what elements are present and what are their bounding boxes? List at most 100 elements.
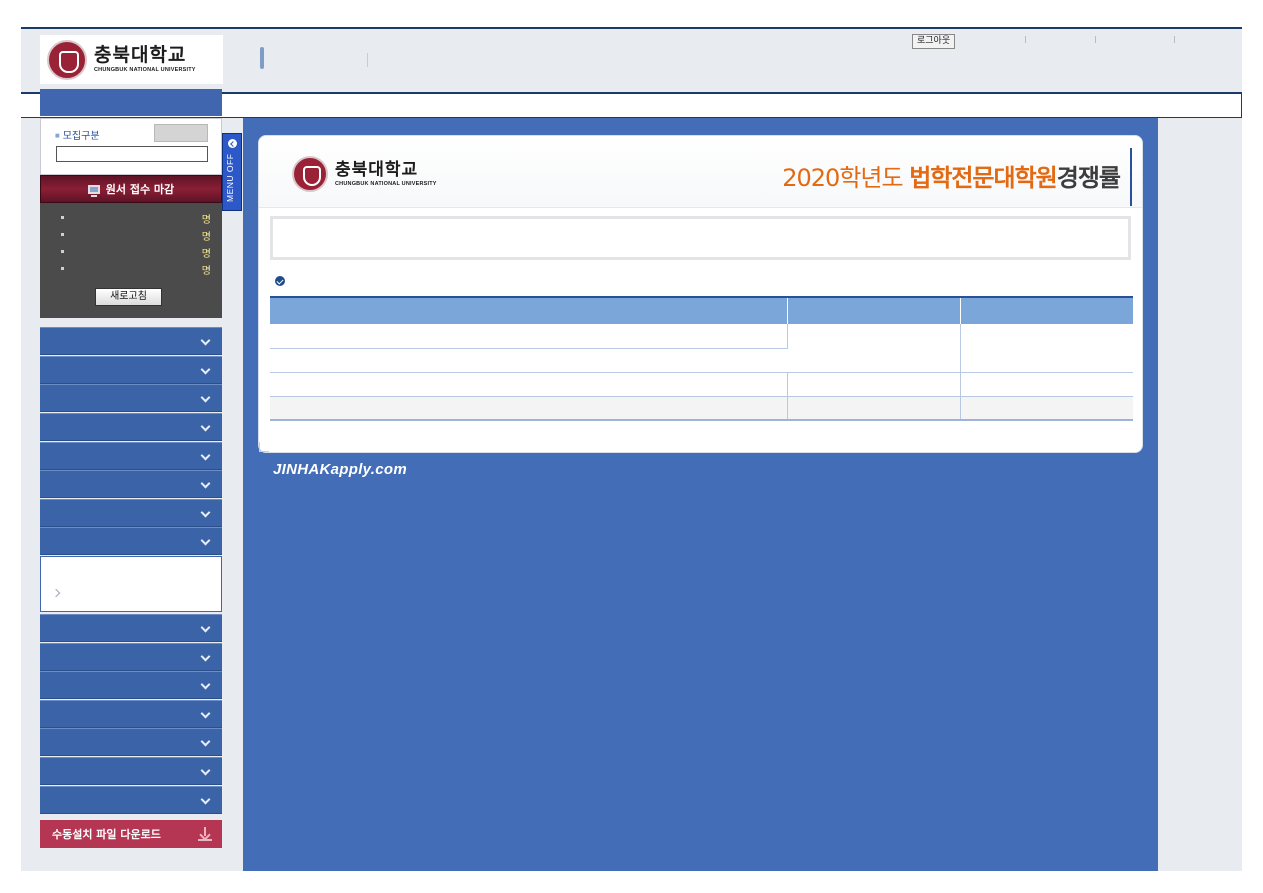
panel-header-accent xyxy=(1130,148,1132,206)
chevron-down-icon xyxy=(200,450,211,461)
sidebar-menu-item[interactable] xyxy=(40,614,222,642)
panel-logo-korean-name: 충북대학교 xyxy=(335,159,419,180)
table-header-row xyxy=(270,297,1133,324)
table-header-cell xyxy=(960,297,1133,324)
stat-row: 명 xyxy=(40,227,222,244)
table-cell xyxy=(787,396,961,421)
sidebar-menu-item[interactable] xyxy=(40,728,222,756)
sidebar-menu-item[interactable] xyxy=(40,470,222,498)
sidebar-menu-item-expanded[interactable] xyxy=(40,527,222,555)
sidebar-menu-item[interactable] xyxy=(40,442,222,470)
sidebar-menu-item[interactable] xyxy=(40,356,222,384)
header-accent-bar xyxy=(260,47,264,69)
title-school: 법학전문대학원 xyxy=(909,164,1058,192)
table-cell xyxy=(270,348,787,373)
menu-toggle-label: MENU OFF xyxy=(225,153,235,202)
right-gutter xyxy=(1158,118,1242,871)
stat-unit: 명 xyxy=(201,266,211,277)
stat-row: 명 xyxy=(40,210,222,227)
nav-edge xyxy=(1241,94,1242,118)
chevron-right-icon[interactable] xyxy=(51,588,61,598)
chevron-down-icon xyxy=(200,364,211,375)
sidebar-menu-item[interactable] xyxy=(40,786,222,814)
jinhakapply-brand: JINHAKapply.com xyxy=(273,461,407,478)
panel-logo-english-name: CHUNGBUK NATIONAL UNIVERSITY xyxy=(335,180,437,187)
university-seal-icon xyxy=(292,156,328,192)
top-nav-strip xyxy=(21,89,1242,118)
download-icon-base xyxy=(198,839,212,841)
main-content: 충북대학교 CHUNGBUK NATIONAL UNIVERSITY 2020학… xyxy=(243,118,1158,871)
stat-unit: 명 xyxy=(201,232,211,243)
table-cell xyxy=(787,372,961,397)
header-divider xyxy=(1095,36,1096,43)
sidebar-menu-item[interactable] xyxy=(40,757,222,785)
info-box xyxy=(270,216,1131,260)
chevron-down-icon xyxy=(200,392,211,403)
table-row xyxy=(270,372,1133,397)
logo-korean-name: 충북대학교 xyxy=(94,44,187,66)
sidebar: 모집구분 원서 접수 마감 명 명 명 명 xyxy=(40,118,222,871)
monitor-icon xyxy=(87,184,100,197)
title-rate: 경쟁률 xyxy=(1056,164,1121,192)
bullet-icon xyxy=(61,216,64,219)
chevron-down-icon xyxy=(200,421,211,432)
mid-gutter xyxy=(222,118,243,871)
chevron-down-icon xyxy=(200,535,211,546)
logo-english-name: CHUNGBUK NATIONAL UNIVERSITY xyxy=(94,67,196,73)
sidebar-menu-item[interactable] xyxy=(40,499,222,527)
table-cell xyxy=(270,372,788,397)
sidebar-menu-item[interactable] xyxy=(40,413,222,441)
stat-row: 명 xyxy=(40,244,222,261)
header-divider xyxy=(1025,36,1026,43)
sidebar-menu-item[interactable] xyxy=(40,671,222,699)
competition-rate-table xyxy=(270,296,1133,421)
table-total-row xyxy=(270,396,1133,421)
deadline-label: 원서 접수 마감 xyxy=(105,183,175,196)
table-cell xyxy=(787,324,961,373)
chevron-down-icon xyxy=(200,651,211,662)
manual-install-download-button[interactable]: 수동설치 파일 다운로드 xyxy=(40,820,222,848)
refresh-button[interactable]: 새로고침 xyxy=(95,288,162,306)
sidebar-menu-item[interactable] xyxy=(40,700,222,728)
sidebar-menu-item[interactable] xyxy=(40,327,222,355)
logout-button[interactable]: 로그아웃 xyxy=(912,34,956,49)
sidebar-menu-item[interactable] xyxy=(40,384,222,412)
panel-corner xyxy=(259,442,269,452)
application-deadline-bar: 원서 접수 마감 xyxy=(40,175,222,203)
table-cell xyxy=(270,324,788,349)
bullet-icon xyxy=(61,267,64,270)
panel-university-logo: 충북대학교 CHUNGBUK NATIONAL UNIVERSITY xyxy=(292,156,437,192)
sidebar-menu-item[interactable] xyxy=(40,643,222,671)
recruit-type-field[interactable] xyxy=(56,146,208,162)
table-header-cell xyxy=(787,297,961,324)
title-year: 2020학년도 xyxy=(782,164,910,192)
bullet-icon xyxy=(61,233,64,236)
chevron-down-icon xyxy=(200,736,211,747)
chevron-down-icon xyxy=(200,679,211,690)
stat-unit: 명 xyxy=(201,249,211,260)
university-seal-icon xyxy=(47,39,87,80)
panel-title: 2020학년도 법학전문대학원경쟁률 xyxy=(782,158,1121,193)
chevron-down-icon xyxy=(200,794,211,805)
university-logo[interactable]: 충북대학교 CHUNGBUK NATIONAL UNIVERSITY xyxy=(40,35,223,84)
chevron-down-icon xyxy=(200,708,211,719)
panel-header: 충북대학교 CHUNGBUK NATIONAL UNIVERSITY 2020학… xyxy=(259,136,1142,208)
table-cell xyxy=(960,372,1133,397)
chevron-down-icon xyxy=(200,765,211,776)
table-header-cell xyxy=(270,297,788,324)
page: 충북대학교 CHUNGBUK NATIONAL UNIVERSITY 로그아웃 … xyxy=(0,0,1263,893)
chevron-down-icon xyxy=(200,478,211,489)
check-circle-icon xyxy=(275,276,285,286)
table-row xyxy=(270,324,1133,373)
menu-toggle-tab[interactable]: MENU OFF xyxy=(222,133,242,211)
recruit-type-select[interactable] xyxy=(154,124,208,142)
recruit-type-label: 모집구분 xyxy=(55,127,100,142)
submenu-panel xyxy=(40,556,222,612)
table-cell xyxy=(270,396,788,421)
header-divider xyxy=(367,53,368,67)
table-cell xyxy=(960,396,1133,421)
chevron-down-icon xyxy=(200,622,211,633)
left-gutter xyxy=(21,118,40,871)
bullet-icon xyxy=(61,250,64,253)
recruit-type-box: 모집구분 xyxy=(40,118,222,175)
